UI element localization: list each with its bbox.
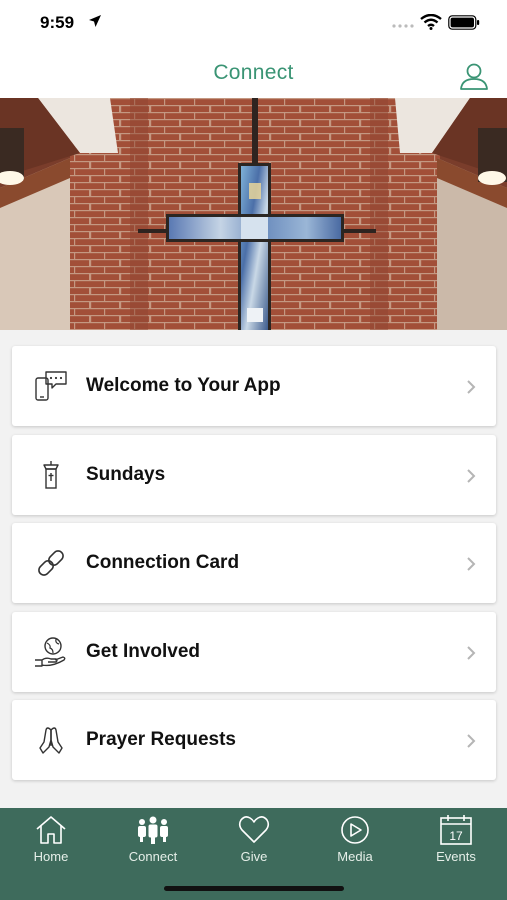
link-icon [38,550,64,577]
tab-give[interactable]: Give [214,814,294,868]
menu-item-prayer-requests[interactable]: Prayer Requests [12,700,496,781]
chevron-right-icon [467,734,476,749]
praying-hands-icon [39,727,63,755]
home-icon [36,816,66,844]
chevron-right-icon [467,380,476,394]
hero-image-cross [0,98,507,330]
tab-label: Give [240,849,268,864]
wifi-icon [420,14,442,30]
page-title: Connect [213,61,294,84]
nav-bar: Connect [0,46,507,98]
tab-label: Events [436,849,476,864]
profile-icon[interactable] [459,62,489,90]
menu-item-label: Welcome to Your App [86,375,281,396]
menu-item-connection-card[interactable]: Connection Card [12,523,496,604]
battery-icon [448,15,480,30]
people-icon [138,816,168,844]
calendar-icon: 17 [440,815,472,845]
chat-phone-icon [35,371,67,401]
menu-list: Welcome to Your App Sundays Connection C… [12,346,496,789]
tab-label: Connect [128,849,178,864]
chevron-right-icon [467,557,476,571]
chevron-right-icon [467,468,476,483]
menu-item-label: Connection Card [86,552,240,574]
heart-icon [238,816,270,843]
menu-item-sundays[interactable]: Sundays [12,434,496,515]
menu-item-label: Sundays [86,463,166,485]
tab-bar: Home Connect Give Media 17 Events [0,808,507,900]
calendar-day: 17 [449,829,463,843]
menu-item-get-involved[interactable]: Get Involved [12,611,496,692]
menu-item-welcome[interactable]: Welcome to Your App [12,346,496,426]
chevron-right-icon [467,646,476,660]
menu-item-label: Get Involved [86,640,201,662]
tab-events[interactable]: 17 Events [416,814,496,868]
tab-home[interactable]: Home [11,814,91,868]
signal-dots-icon [392,24,414,28]
menu-item-label: Prayer Requests [86,729,236,751]
play-icon [341,816,369,844]
status-time: 9:59 [40,13,75,32]
globe-hand-icon [35,637,66,667]
status-bar: 9:59 [0,0,507,46]
tab-media[interactable]: Media [315,814,395,868]
tab-label: Media [337,849,373,864]
tab-connect[interactable]: Connect [113,814,193,868]
pulpit-icon [43,460,59,489]
home-indicator [164,886,344,891]
location-arrow-icon [89,15,101,27]
tab-label: Home [33,849,69,864]
